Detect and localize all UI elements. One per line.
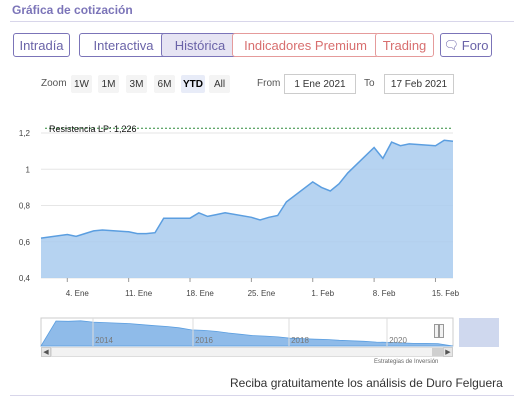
x-tick-label: 18. Ene xyxy=(186,289,214,298)
tab-trading[interactable]: Trading xyxy=(375,33,434,57)
chart-grid xyxy=(41,132,453,279)
navigator-year-label: 2016 xyxy=(195,336,213,345)
title-divider xyxy=(10,21,514,22)
x-tick-label: 8. Feb xyxy=(373,289,396,298)
footer-divider xyxy=(10,395,514,396)
resistance-label: Resistencia LP: 1,226 xyxy=(49,124,137,134)
navigator-handle-right[interactable] xyxy=(439,324,444,338)
navigator-year-label: 2014 xyxy=(95,336,113,345)
tab-label: Histórica xyxy=(174,37,226,53)
tab-label: Interactiva xyxy=(93,37,154,53)
navigator-scrollbar[interactable] xyxy=(51,347,443,357)
y-tick-label: 0,6 xyxy=(19,238,31,247)
tab-foro[interactable]: 🗨 Foro xyxy=(440,33,492,57)
x-tick-label: 15. Feb xyxy=(432,289,460,298)
price-area xyxy=(41,140,453,278)
tab-label: Trading xyxy=(382,37,427,53)
to-date-input[interactable]: 17 Feb 2021 xyxy=(384,74,454,94)
tab-label: Foro xyxy=(461,37,489,53)
scrollbar-thumb[interactable] xyxy=(432,348,443,356)
chat-bubble-icon: 🗨 xyxy=(443,38,459,52)
navigator-selection[interactable] xyxy=(459,318,499,347)
tab-label: Indicadores Premium xyxy=(244,37,367,53)
x-axis-ticks: 4. Ene 11. Ene 18. Ene 25. Ene 1. Feb 8. Feb 1… xyxy=(66,278,460,298)
navigator-year-label: 2020 xyxy=(389,336,407,345)
zoom-all-button[interactable]: All xyxy=(209,75,230,93)
y-axis-ticks: 0,4 0,6 0,8 1 1,2 xyxy=(19,129,31,283)
price-chart: 0,4 0,6 0,8 1 1,2 Resistencia LP: 1,226 4. E… xyxy=(19,124,460,347)
scroll-right-button[interactable]: ▶ xyxy=(443,347,453,357)
scroll-left-button[interactable]: ◀ xyxy=(41,347,51,357)
from-date-input[interactable]: 1 Ene 2021 xyxy=(284,74,356,94)
navigator-series xyxy=(40,320,454,347)
chart-tabs: Intradía Interactiva Histórica Indicador… xyxy=(13,33,513,57)
zoom-6m-button[interactable]: 6M xyxy=(154,75,175,93)
to-label: To xyxy=(364,78,375,89)
zoom-label: Zoom xyxy=(41,78,67,89)
zoom-1w-button[interactable]: 1W xyxy=(71,75,92,93)
x-tick-label: 25. Ene xyxy=(248,289,276,298)
navigator-frame xyxy=(40,317,454,347)
zoom-1m-button[interactable]: 1M xyxy=(98,75,119,93)
y-tick-label: 0,4 xyxy=(19,274,31,283)
from-label: From xyxy=(257,78,281,89)
x-tick-label: 1. Feb xyxy=(311,289,334,298)
tab-indicadores-premium[interactable]: Indicadores Premium xyxy=(232,33,379,57)
section-title: Gráfica de cotización xyxy=(12,3,133,17)
navigator-year-label: 2018 xyxy=(291,336,309,345)
y-tick-label: 1,2 xyxy=(19,129,31,138)
chart-credits[interactable]: Estrategias de Inversión xyxy=(374,359,438,365)
tab-interactiva[interactable]: Interactiva xyxy=(79,33,168,57)
tab-label: Intradía xyxy=(19,37,64,53)
zoom-3m-button[interactable]: 3M xyxy=(126,75,147,93)
x-tick-label: 4. Ene xyxy=(66,289,90,298)
x-tick-label: 11. Ene xyxy=(125,289,153,298)
tab-historica[interactable]: Histórica xyxy=(161,33,239,57)
y-tick-label: 0,8 xyxy=(19,202,31,211)
price-line xyxy=(40,139,454,239)
range-selector: Zoom 1W 1M 3M 6M YTD All From 1 Ene 2021… xyxy=(41,74,461,94)
zoom-ytd-button[interactable]: YTD xyxy=(181,75,205,93)
navigator: 2014 2016 2018 2020 xyxy=(40,317,454,347)
y-tick-label: 1 xyxy=(26,165,31,174)
subscribe-text[interactable]: Reciba gratuitamente los análisis de Dur… xyxy=(230,376,503,390)
tab-intradia[interactable]: Intradía xyxy=(13,33,70,57)
